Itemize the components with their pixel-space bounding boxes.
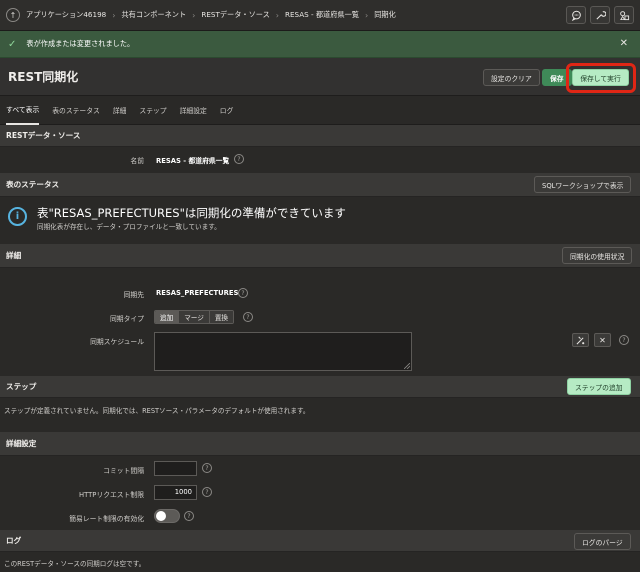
section-title: ログ [6, 536, 22, 545]
comment-icon[interactable] [566, 6, 586, 24]
top-toolbar [566, 6, 634, 24]
breadcrumb-separator-icon: › [192, 10, 196, 20]
section-title: 詳細 [6, 251, 22, 260]
sync-type-replace[interactable]: 置換 [209, 311, 234, 323]
breadcrumb-item-resas[interactable]: RESAS - 都道府県一覧 [285, 10, 359, 20]
commit-interval-label: コミット間隔 [103, 467, 144, 475]
clear-schedule-icon[interactable]: ✕ [594, 333, 611, 347]
up-arrow-icon[interactable]: ↑ [6, 8, 20, 22]
steps-section-header: ステップ [0, 376, 640, 398]
help-icon[interactable]: ? [243, 312, 253, 322]
success-message: 表が作成または変更されました。 [26, 39, 135, 48]
schedule-builder-icon[interactable] [572, 333, 589, 347]
purge-log-button[interactable]: ログのパージ [574, 533, 631, 550]
log-note: このRESTデータ・ソースの同期ログは空です。 [4, 560, 146, 568]
section-title: 表のステータス [6, 180, 60, 189]
sync-target-value: RESAS_PREFECTURES [156, 289, 239, 297]
rate-limit-toggle[interactable] [154, 509, 180, 523]
help-icon[interactable]: ? [202, 463, 212, 473]
breadcrumb-item-current: 同期化 [374, 10, 396, 19]
help-icon[interactable]: ? [619, 335, 629, 345]
section-title: 詳細設定 [6, 439, 37, 448]
http-request-limit-label: HTTPリクエスト制限 [79, 491, 144, 499]
log-section-header: ログ [0, 530, 640, 552]
highlight-annotation [566, 63, 636, 93]
breadcrumb-separator-icon: › [365, 10, 369, 20]
breadcrumb: アプリケーション46198 › 共有コンポーネント › RESTデータ・ソース … [26, 10, 396, 20]
tab-advanced[interactable]: 詳細設定 [180, 96, 207, 125]
tab-show-all[interactable]: すべて表示 [6, 96, 40, 125]
help-icon[interactable]: ? [202, 487, 212, 497]
tab-bar: すべて表示 表のステータス 詳細 ステップ 詳細設定 ログ [0, 96, 640, 125]
sync-schedule-textarea[interactable] [154, 332, 412, 371]
add-step-button[interactable]: ステップの追加 [567, 378, 631, 395]
rest-source-section-header: RESTデータ・ソース [0, 125, 640, 147]
breadcrumb-item-rest-data-sources[interactable]: RESTデータ・ソース [201, 10, 269, 20]
commit-interval-input[interactable] [154, 461, 197, 476]
name-label: 名前 [130, 157, 144, 165]
success-alert: ✓ 表が作成または変更されました。 ✕ [0, 31, 640, 58]
tab-log[interactable]: ログ [220, 96, 234, 125]
breadcrumb-item-shared-components[interactable]: 共有コンポーネント [121, 10, 186, 20]
clear-settings-button[interactable]: 設定のクリア [483, 69, 540, 86]
tab-details[interactable]: 詳細 [113, 96, 127, 125]
sync-target-label: 同期先 [123, 291, 144, 299]
breadcrumb-item-application[interactable]: アプリケーション46198 [26, 10, 106, 20]
name-value: RESAS - 都道府県一覧 [156, 157, 230, 165]
status-title: 表"RESAS_PREFECTURES"は同期化の準備ができています [37, 206, 346, 220]
sync-type-segmented-control: 追加 マージ 置換 [154, 310, 235, 324]
wrench-icon[interactable] [590, 6, 610, 24]
page-title: REST同期化 [8, 70, 79, 84]
status-description: 同期化表が存在し、データ・プロファイルと一致しています。 [37, 223, 221, 231]
shapes-icon[interactable] [614, 6, 634, 24]
sync-type-append[interactable]: 追加 [155, 311, 180, 323]
sync-type-merge[interactable]: マージ [179, 311, 210, 323]
section-title: ステップ [6, 382, 37, 391]
breadcrumb-separator-icon: › [275, 10, 279, 20]
help-icon[interactable]: ? [234, 154, 244, 164]
close-icon[interactable]: ✕ [620, 38, 628, 49]
rate-limit-label: 簡易レート制限の有効化 [69, 515, 144, 523]
top-navigation-bar: ↑ アプリケーション46198 › 共有コンポーネント › RESTデータ・ソー… [0, 0, 640, 31]
info-icon: i [8, 207, 27, 226]
breadcrumb-separator-icon: › [112, 10, 116, 20]
http-request-limit-input[interactable]: 1000 [154, 485, 197, 500]
details-section-header: 詳細 [0, 244, 640, 268]
sync-type-label: 同期タイプ [110, 315, 144, 323]
help-icon[interactable]: ? [238, 288, 248, 298]
section-title: RESTデータ・ソース [6, 131, 81, 140]
steps-note: ステップが定義されていません。同期化では、RESTソース・パラメータのデフォルト… [4, 407, 310, 415]
view-in-sql-workshop-button[interactable]: SQLワークショップで表示 [534, 176, 632, 193]
sync-usage-button[interactable]: 同期化の使用状況 [562, 247, 633, 264]
advanced-section-header: 詳細設定 [0, 432, 640, 456]
tab-steps[interactable]: ステップ [139, 96, 166, 125]
sync-schedule-label: 同期スケジュール [90, 338, 144, 346]
check-icon: ✓ [8, 38, 17, 50]
help-icon[interactable]: ? [184, 511, 194, 521]
tab-table-status[interactable]: 表のステータス [52, 96, 100, 125]
resize-handle-icon[interactable] [404, 363, 410, 369]
